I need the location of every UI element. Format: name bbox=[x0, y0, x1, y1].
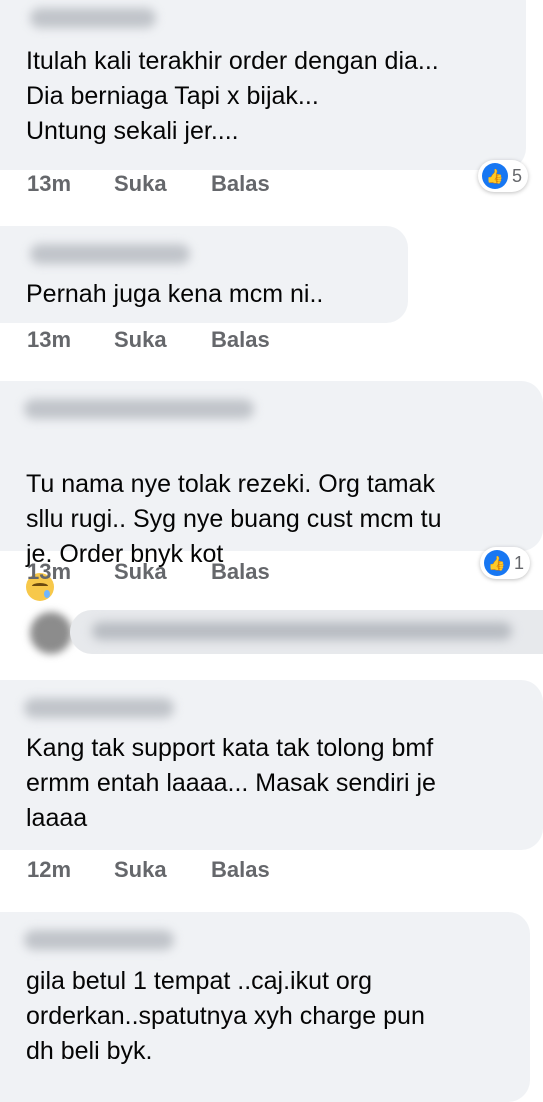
comment-bubble: Itulah kali terakhir order dengan dia...… bbox=[0, 0, 526, 170]
author-name-blurred[interactable] bbox=[30, 8, 156, 28]
reaction-summary[interactable]: 👍 1 bbox=[480, 547, 531, 579]
comment-text: Kang tak support kata tak tolong bmf erm… bbox=[26, 734, 436, 832]
comment-actions: 12m Suka Balas bbox=[0, 857, 543, 893]
comment-timestamp[interactable]: 13m bbox=[27, 559, 71, 585]
comment-bubble: Pernah juga kena mcm ni.. bbox=[0, 226, 408, 323]
comment-text: gila betul 1 tempat ..caj.ikut org order… bbox=[26, 967, 425, 1065]
like-link[interactable]: Suka bbox=[114, 559, 167, 585]
reply-preview-blurred bbox=[92, 622, 512, 640]
like-link[interactable]: Suka bbox=[114, 171, 167, 197]
comment-bubble: Kang tak support kata tak tolong bmf erm… bbox=[0, 680, 543, 850]
reply-link[interactable]: Balas bbox=[211, 171, 270, 197]
author-name-blurred[interactable] bbox=[30, 244, 190, 264]
comment-timestamp[interactable]: 13m bbox=[27, 171, 71, 197]
reply-link[interactable]: Balas bbox=[211, 857, 270, 883]
comment-actions: 13m Suka Balas bbox=[0, 327, 543, 363]
like-icon: 👍 bbox=[482, 163, 508, 189]
collapsed-reply[interactable] bbox=[0, 600, 543, 664]
comment-text-body: Tu nama nye tolak rezeki. Org tamak sllu… bbox=[26, 470, 442, 568]
reaction-count: 5 bbox=[512, 165, 523, 186]
comment-actions: 13m Suka Balas bbox=[0, 559, 543, 595]
avatar[interactable] bbox=[30, 612, 72, 654]
like-icon: 👍 bbox=[484, 550, 510, 576]
comment-actions: 13m Suka Balas bbox=[0, 171, 543, 207]
author-name-blurred[interactable] bbox=[24, 698, 174, 718]
comment-text: Itulah kali terakhir order dengan dia...… bbox=[26, 47, 439, 145]
comment-bubble: gila betul 1 tempat ..caj.ikut org order… bbox=[0, 912, 530, 1102]
reply-link[interactable]: Balas bbox=[211, 559, 270, 585]
comment-text: Pernah juga kena mcm ni.. bbox=[26, 280, 324, 308]
author-name-blurred[interactable] bbox=[24, 930, 174, 950]
reaction-count: 1 bbox=[514, 552, 525, 573]
like-link[interactable]: Suka bbox=[114, 857, 167, 883]
author-name-blurred[interactable] bbox=[24, 399, 254, 419]
comment-timestamp[interactable]: 13m bbox=[27, 327, 71, 353]
comment-timestamp[interactable]: 12m bbox=[27, 857, 71, 883]
like-link[interactable]: Suka bbox=[114, 327, 167, 353]
reply-link[interactable]: Balas bbox=[211, 327, 270, 353]
reaction-summary[interactable]: 👍 5 bbox=[478, 160, 529, 192]
comment-bubble: Tu nama nye tolak rezeki. Org tamak sllu… bbox=[0, 381, 543, 601]
